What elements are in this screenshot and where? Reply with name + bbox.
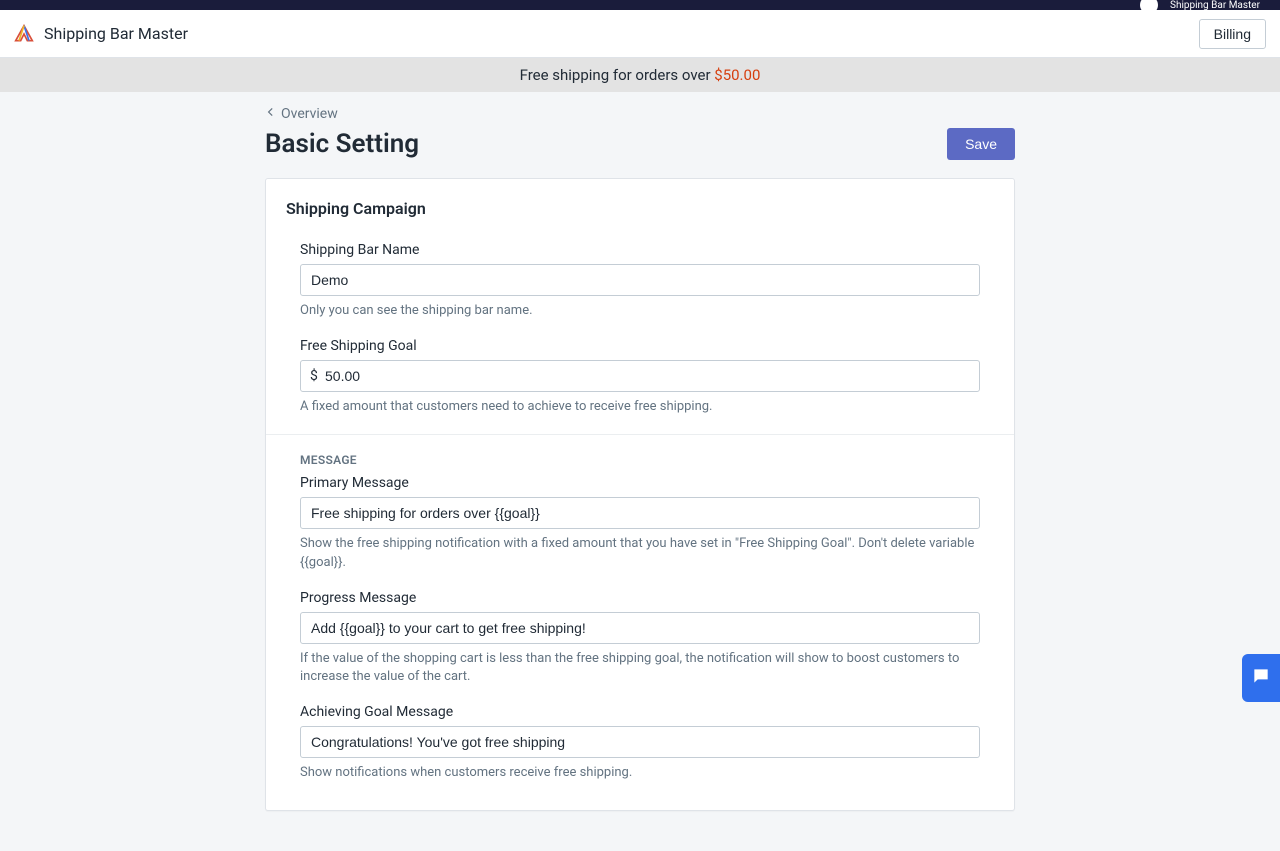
chat-icon (1251, 666, 1271, 690)
card-title: Shipping Campaign (286, 199, 994, 218)
promo-price: $50.00 (714, 66, 760, 84)
app-title: Shipping Bar Master (44, 24, 188, 43)
promo-text: Free shipping for orders over (520, 66, 715, 84)
currency-symbol: $ (310, 368, 318, 384)
topbar-partial-text: Shipping Bar Master (1170, 0, 1260, 10)
promo-bar: Free shipping for orders over $50.00 (0, 58, 1280, 92)
chat-fab-button[interactable] (1242, 654, 1280, 702)
section-divider (266, 434, 1014, 435)
shipping-bar-name-help: Only you can see the shipping bar name. (300, 302, 980, 320)
achieving-message-input[interactable] (300, 726, 980, 758)
message-section-header: MESSAGE (300, 453, 980, 467)
avatar (1140, 0, 1158, 10)
shipping-bar-name-label: Shipping Bar Name (300, 242, 980, 258)
primary-message-label: Primary Message (300, 475, 980, 491)
shipping-bar-name-input[interactable] (300, 264, 980, 296)
save-button[interactable]: Save (947, 128, 1015, 160)
shipping-campaign-card: Shipping Campaign Shipping Bar Name Only… (265, 178, 1015, 811)
browser-chrome-strip: Shipping Bar Master (0, 0, 1280, 10)
app-header: Shipping Bar Master Billing (0, 10, 1280, 58)
free-shipping-goal-input[interactable] (300, 360, 980, 392)
billing-button[interactable]: Billing (1199, 19, 1266, 49)
breadcrumb-label: Overview (281, 106, 338, 122)
achieving-message-label: Achieving Goal Message (300, 704, 980, 720)
chevron-left-icon (265, 106, 277, 122)
primary-message-input[interactable] (300, 497, 980, 529)
primary-message-help: Show the free shipping notification with… (300, 535, 980, 571)
progress-message-help: If the value of the shopping cart is les… (300, 650, 980, 686)
free-shipping-goal-label: Free Shipping Goal (300, 338, 980, 354)
progress-message-input[interactable] (300, 612, 980, 644)
achieving-message-help: Show notifications when customers receiv… (300, 764, 980, 782)
app-logo-icon (14, 24, 34, 44)
free-shipping-goal-help: A fixed amount that customers need to ac… (300, 398, 980, 416)
breadcrumb-overview[interactable]: Overview (265, 106, 338, 122)
page-title: Basic Setting (265, 129, 419, 159)
progress-message-label: Progress Message (300, 590, 980, 606)
